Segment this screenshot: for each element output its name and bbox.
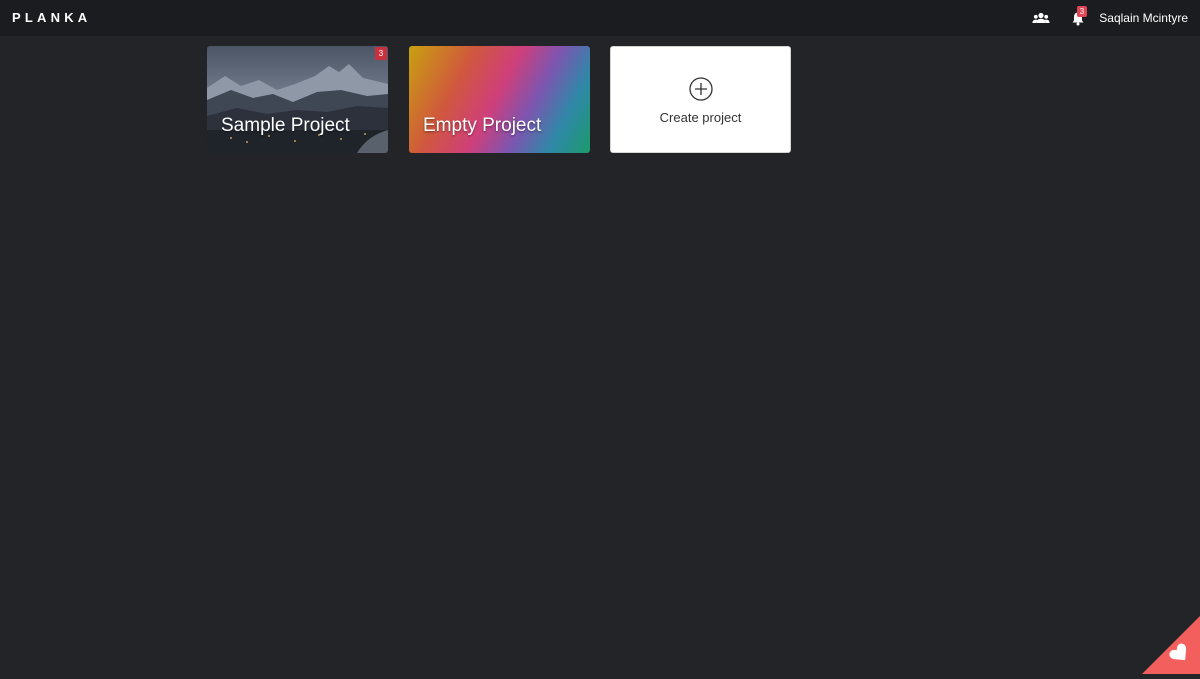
users-button[interactable] [1031,9,1051,27]
project-notification-badge: 3 [375,47,387,60]
project-title: Sample Project [221,115,350,137]
plus-circle-icon [689,77,713,101]
top-bar: PLANKA 3 Saqlain Mcintyre [0,0,1200,36]
app-logo[interactable]: PLANKA [12,10,91,25]
project-card-sample[interactable]: 3 Sample Project [207,46,388,153]
user-menu[interactable]: Saqlain Mcintyre [1099,11,1188,25]
create-project-label: Create project [611,110,790,125]
notifications-badge: 3 [1077,6,1087,17]
corner-heart-button[interactable] [1142,616,1200,674]
users-icon [1031,9,1051,27]
create-project-button[interactable]: Create project [610,46,791,153]
project-card-empty[interactable]: Empty Project [409,46,590,153]
project-title: Empty Project [423,115,541,137]
